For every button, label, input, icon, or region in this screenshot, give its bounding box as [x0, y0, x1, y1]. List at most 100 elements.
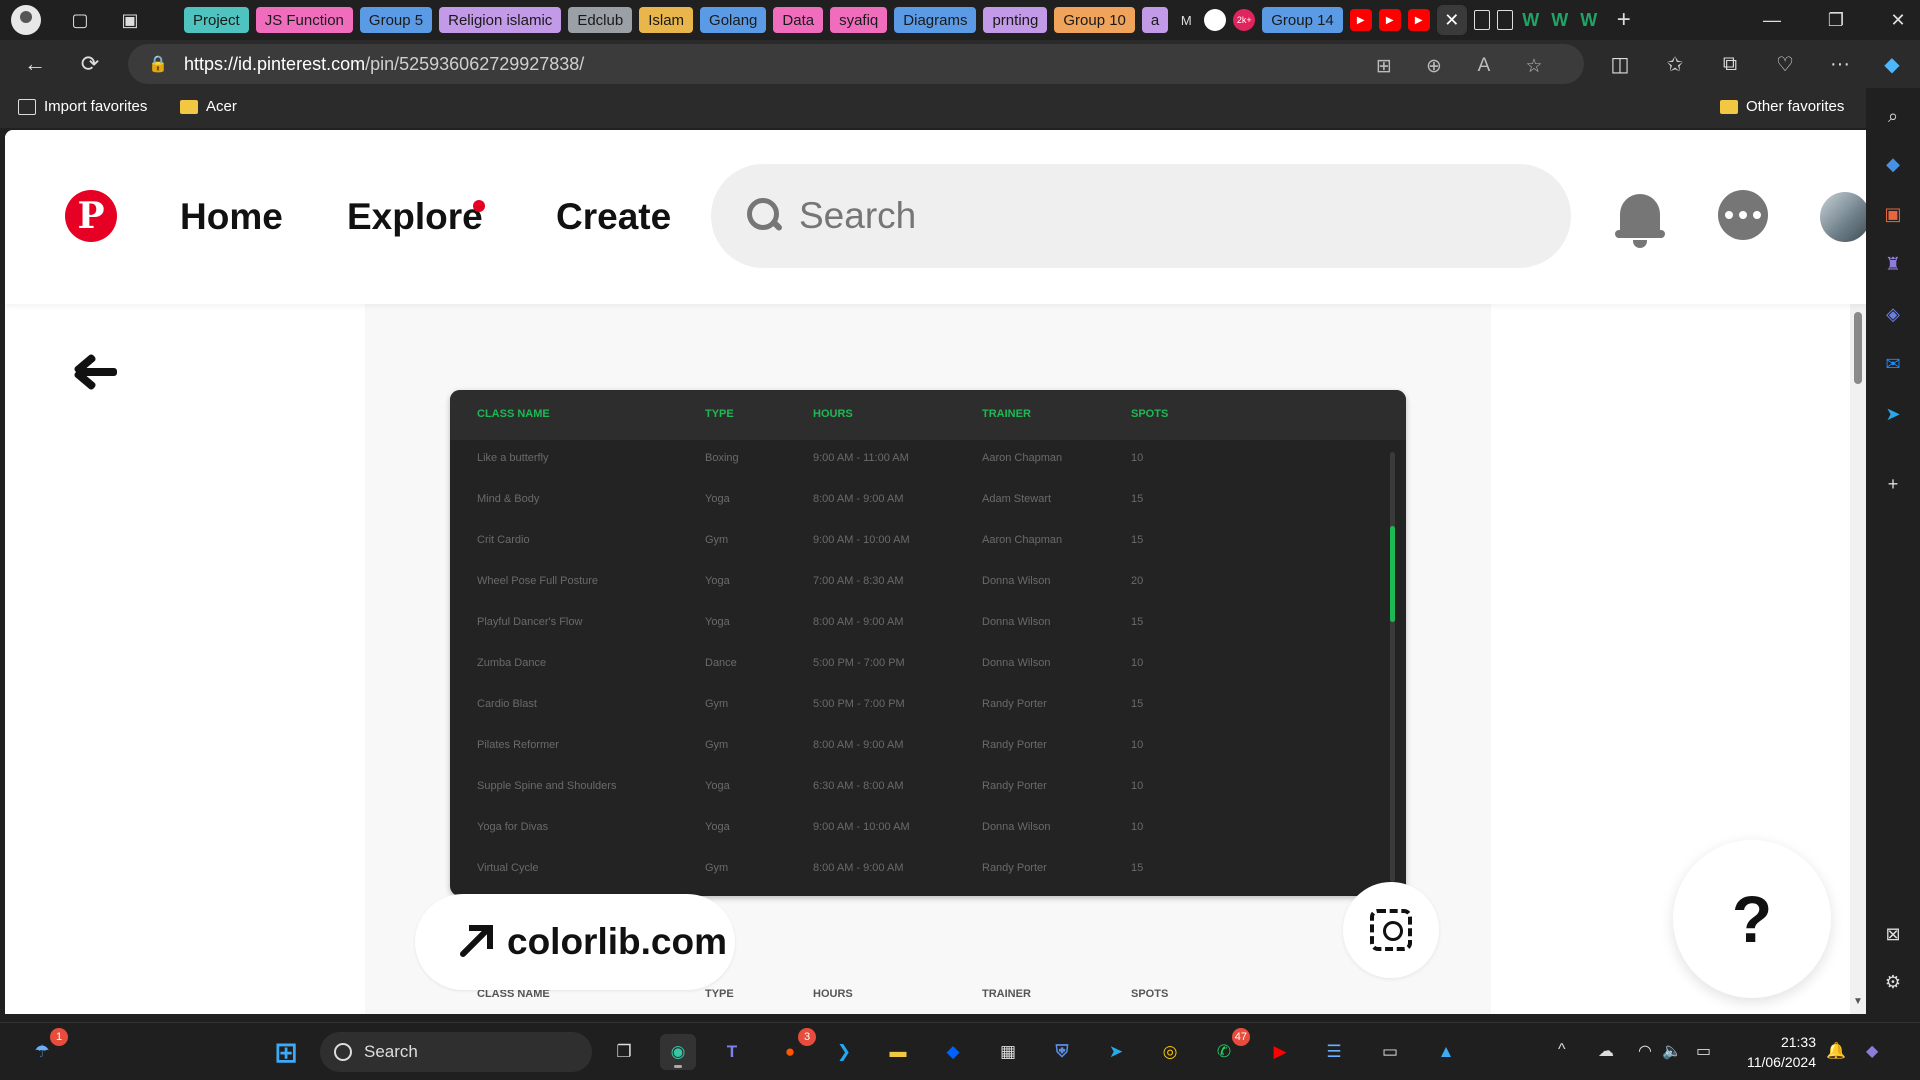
acer-folder[interactable]: Acer: [180, 98, 237, 115]
copilot-icon[interactable]: ◆: [1872, 44, 1912, 84]
task-view-icon[interactable]: ❐: [606, 1034, 642, 1070]
tab-group-chip[interactable]: Diagrams: [894, 7, 977, 33]
w-tab-icon[interactable]: W: [1578, 9, 1600, 31]
add-sidebar-app-icon[interactable]: +: [1877, 468, 1909, 500]
notepad-icon[interactable]: ☰: [1316, 1034, 1352, 1070]
close-window-button[interactable]: ✕: [1866, 0, 1920, 40]
import-favorites-link[interactable]: Import favorites: [18, 98, 147, 115]
youtube-tab-icon[interactable]: ▶: [1349, 9, 1372, 31]
close-tab-icon[interactable]: ✕: [1436, 5, 1467, 35]
tab-group-chip[interactable]: Edclub: [568, 7, 633, 33]
sidebar-search-icon[interactable]: ⌕: [1877, 100, 1909, 132]
read-aloud-icon[interactable]: A: [1466, 48, 1502, 84]
messages-icon[interactable]: [1718, 190, 1768, 240]
copilot-sidebar-icon[interactable]: ◈: [1877, 298, 1909, 330]
back-button[interactable]: ←: [15, 44, 55, 84]
hide-sidebar-icon[interactable]: ⊠: [1877, 918, 1909, 950]
nav-explore[interactable]: Explore: [347, 196, 483, 238]
start-button[interactable]: ⊞: [268, 1034, 304, 1070]
youtube-icon[interactable]: ▶: [1262, 1034, 1298, 1070]
photos-icon[interactable]: ▲: [1428, 1034, 1464, 1070]
shopping-tag-icon[interactable]: ◆: [1877, 148, 1909, 180]
address-bar[interactable]: 🔒 https://id.pinterest.com/pin/525936062…: [128, 44, 1584, 84]
tab-group-chip[interactable]: Islam: [639, 7, 694, 33]
terminal-icon[interactable]: ▭: [1372, 1034, 1408, 1070]
medium-tab-icon[interactable]: M: [1175, 9, 1197, 31]
workspaces-icon[interactable]: ▢: [64, 4, 96, 36]
lock-icon[interactable]: 🔒: [140, 54, 176, 74]
tab-group-chip[interactable]: Religion islamic: [439, 7, 562, 33]
tab-group-chip[interactable]: Project: [184, 7, 249, 33]
other-favorites-folder[interactable]: Other favorites: [1720, 98, 1844, 115]
teams-icon[interactable]: T: [714, 1034, 750, 1070]
copilot-taskbar-icon[interactable]: ◆: [1866, 1041, 1878, 1061]
user-avatar[interactable]: [1820, 192, 1866, 242]
onedrive-icon[interactable]: ☁: [1598, 1041, 1614, 1061]
file-explorer-icon[interactable]: ▬: [880, 1034, 916, 1070]
tab-group-chip[interactable]: JS Function: [255, 7, 353, 33]
visual-search-button[interactable]: [1343, 882, 1439, 978]
tab-group-chip[interactable]: Group 5: [359, 7, 433, 33]
url-text[interactable]: https://id.pinterest.com/pin/52593606272…: [184, 54, 584, 75]
chrome-icon[interactable]: ◎: [1152, 1034, 1188, 1070]
youtube-tab-icon[interactable]: ▶: [1407, 9, 1430, 31]
taskbar-clock[interactable]: 21:33 11/06/2024: [1736, 1032, 1816, 1072]
new-tab-button[interactable]: +: [1613, 6, 1635, 33]
outlook-icon[interactable]: ✉: [1877, 348, 1909, 380]
tab-group-chip[interactable]: Data: [773, 7, 824, 33]
telegram-icon[interactable]: ➤: [1098, 1034, 1134, 1070]
notifications-bell-icon[interactable]: [1615, 190, 1665, 248]
volume-icon[interactable]: 🔈: [1662, 1041, 1682, 1061]
minimize-button[interactable]: —: [1740, 0, 1804, 40]
notification-bell-icon[interactable]: 🔔: [1826, 1041, 1846, 1061]
document-tab-icon[interactable]: [1473, 10, 1490, 30]
dropbox-icon[interactable]: ◆: [935, 1034, 971, 1070]
profile-avatar-icon[interactable]: [10, 4, 42, 36]
browser-essentials-icon[interactable]: ♡: [1765, 44, 1805, 84]
app-available-icon[interactable]: ⊞: [1366, 48, 1402, 84]
show-hidden-icons-chevron[interactable]: ^: [1558, 1041, 1566, 1059]
split-screen-icon[interactable]: ◫: [1600, 44, 1640, 84]
bitwarden-icon[interactable]: ⛨: [1044, 1034, 1080, 1070]
whatsapp-icon[interactable]: ✆ 47: [1206, 1028, 1250, 1070]
games-icon[interactable]: ♜: [1877, 248, 1909, 280]
reddit-icon[interactable]: ● 3: [772, 1028, 816, 1070]
refresh-button[interactable]: ⟳: [70, 44, 110, 84]
telegram-sidebar-icon[interactable]: ➤: [1877, 398, 1909, 430]
w-tab-icon[interactable]: W: [1549, 9, 1571, 31]
help-button[interactable]: ?: [1673, 840, 1831, 998]
wifi-icon[interactable]: ◠: [1638, 1041, 1652, 1061]
w-tab-icon[interactable]: W: [1520, 9, 1542, 31]
page-scroll-thumb[interactable]: [1854, 312, 1862, 384]
tab-group-chip[interactable]: Group 14: [1262, 7, 1343, 33]
nav-home[interactable]: Home: [180, 196, 283, 238]
tab-group-chip[interactable]: prnting: [983, 7, 1048, 33]
collections-icon[interactable]: ⧉: [1710, 44, 1750, 84]
nav-create[interactable]: Create: [556, 196, 671, 238]
vertical-tabs-icon[interactable]: ▣: [114, 4, 146, 36]
zoom-icon[interactable]: ⊕: [1416, 48, 1452, 84]
sidebar-settings-icon[interactable]: ⚙: [1877, 966, 1909, 998]
tools-briefcase-icon[interactable]: ▣: [1877, 198, 1909, 230]
weather-widget-icon[interactable]: ☂ 1: [24, 1028, 68, 1070]
youtube-tab-icon[interactable]: ▶: [1378, 9, 1401, 31]
search-bar[interactable]: [711, 164, 1571, 268]
favorite-star-icon[interactable]: ☆: [1516, 48, 1552, 84]
source-link-button[interactable]: colorlib.com: [415, 894, 735, 990]
restore-button[interactable]: ❐: [1804, 0, 1868, 40]
scroll-down-icon[interactable]: ▼: [1853, 996, 1863, 1007]
battery-icon[interactable]: ▭: [1696, 1041, 1711, 1061]
tab-group-chip[interactable]: Golang: [700, 7, 767, 33]
edge-taskbar-icon[interactable]: ◉: [660, 1034, 696, 1070]
back-arrow-icon[interactable]: [69, 352, 119, 392]
more-menu-icon[interactable]: ···: [1820, 44, 1860, 84]
favorites-icon[interactable]: ✩: [1655, 44, 1695, 84]
pinterest-logo[interactable]: P: [65, 190, 117, 242]
vscode-icon[interactable]: ❯: [826, 1034, 862, 1070]
notification-count-tab[interactable]: 2k+: [1233, 9, 1256, 31]
store-icon[interactable]: ▦: [990, 1034, 1026, 1070]
github-tab-icon[interactable]: [1204, 9, 1227, 31]
taskbar-search[interactable]: Search: [320, 1032, 592, 1072]
tab-group-chip[interactable]: Group 10: [1054, 7, 1135, 33]
document-tab-icon[interactable]: [1496, 10, 1513, 30]
